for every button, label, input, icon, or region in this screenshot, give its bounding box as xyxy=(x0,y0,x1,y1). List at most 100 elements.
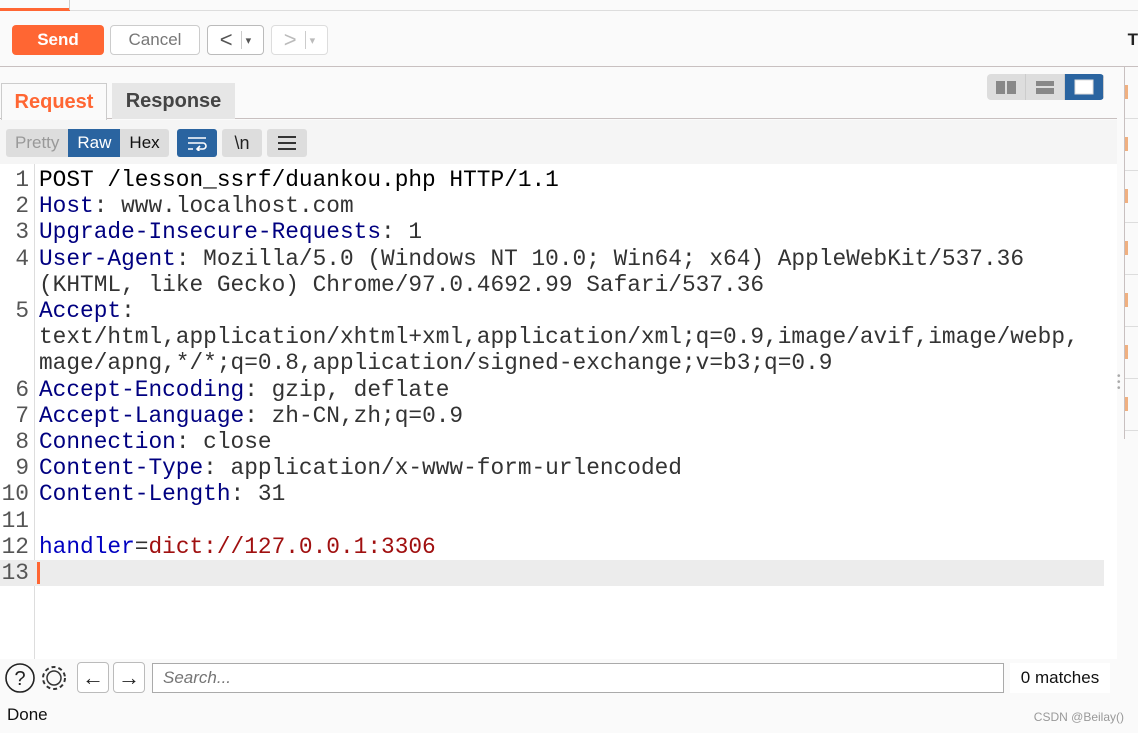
code-token: : xyxy=(121,298,135,324)
code-line[interactable]: 10 Content-Length: 31 xyxy=(0,481,1104,507)
pretty-button[interactable]: Pretty xyxy=(6,129,68,157)
code-text: User-Agent: Mozilla/5.0 (Windows NT 10.0… xyxy=(39,246,1024,272)
back-dropdown-icon[interactable]: ▾ xyxy=(240,31,251,49)
code-token: dict://127.0.0.1:3306 xyxy=(148,533,436,560)
single-view-icon[interactable] xyxy=(1065,74,1104,100)
raw-button[interactable]: Raw xyxy=(68,129,121,157)
code-line[interactable]: 13 xyxy=(0,560,1104,587)
target-label-fragment: T xyxy=(1127,30,1138,49)
code-token: mage/apng,*/*;q=0.8,application/signed-e… xyxy=(39,350,833,377)
code-token: : gzip, deflate xyxy=(244,376,450,403)
word-wrap-icon xyxy=(188,137,207,151)
split-vertical-icon[interactable] xyxy=(1026,74,1065,100)
forward-icon: > xyxy=(283,27,297,52)
line-number: 7 xyxy=(15,402,29,429)
code-line[interactable]: 5 Accept: xyxy=(0,298,1104,324)
code-line[interactable]: 11 xyxy=(0,508,1104,534)
code-text: Accept: xyxy=(39,298,135,324)
code-token: (KHTML, like Gecko) Chrome/97.0.4692.99 … xyxy=(39,271,765,298)
tab-request[interactable]: Request xyxy=(1,83,107,120)
code-text: Upgrade-Insecure-Requests: 1 xyxy=(39,219,422,245)
line-number: 6 xyxy=(15,376,29,403)
code-token: = xyxy=(134,533,149,560)
message-tabs: Request Response xyxy=(0,83,1117,120)
hamburger-icon xyxy=(278,136,296,150)
code-token: handler xyxy=(39,533,135,560)
code-token: : 1 xyxy=(381,219,423,246)
watermark: CSDN @Beilay() xyxy=(1033,710,1124,724)
search-bar: ? ← → 0 matches xyxy=(0,659,1117,699)
line-number: 9 xyxy=(15,455,29,482)
line-number: 11 xyxy=(1,507,29,534)
tab-separator xyxy=(69,0,70,10)
code-text: Accept-Encoding: gzip, deflate xyxy=(39,377,449,403)
code-token: Accept xyxy=(39,298,122,324)
previous-match-button[interactable]: ← xyxy=(77,662,109,693)
code-text: POST /lesson_ssrf/duankou.php HTTP/1.1 xyxy=(39,167,559,193)
code-token: : application/x-www-form-urlencoded xyxy=(203,455,682,482)
code-line[interactable]: 2 Host: www.localhost.com xyxy=(0,193,1104,219)
code-token: Accept-Language xyxy=(39,402,245,429)
code-line[interactable]: 1 POST /lesson_ssrf/duankou.php HTTP/1.1 xyxy=(0,167,1104,193)
back-button[interactable]: < ▾ xyxy=(207,25,264,55)
code-line[interactable]: 3 Upgrade-Insecure-Requests: 1 xyxy=(0,219,1104,245)
code-token: User-Agent xyxy=(39,245,176,272)
format-selector: Pretty Raw Hex xyxy=(6,129,169,157)
code-line[interactable]: text/html,application/xhtml+xml,applicat… xyxy=(0,324,1104,350)
line-number: 4 xyxy=(15,245,29,272)
settings-gear-icon[interactable] xyxy=(38,662,70,694)
code-token: : 31 xyxy=(230,481,286,508)
menu-button[interactable] xyxy=(267,129,307,157)
line-number: 12 xyxy=(1,533,29,560)
top-tab-strip xyxy=(0,0,1138,11)
code-line[interactable]: 9 Content-Type: application/x-www-form-ur… xyxy=(0,455,1104,481)
text-caret xyxy=(37,562,40,584)
code-text: handler=dict://127.0.0.1:3306 xyxy=(39,534,436,560)
code-token: : zh-CN,zh;q=0.9 xyxy=(244,402,464,429)
request-editor[interactable]: 1 POST /lesson_ssrf/duankou.php HTTP/1.1 2… xyxy=(0,164,1117,659)
code-text: Content-Type: application/x-www-form-url… xyxy=(39,455,682,481)
show-newlines-button[interactable]: \n xyxy=(222,129,262,157)
arrow-right-icon: → xyxy=(118,664,140,690)
code-token: Accept-Encoding xyxy=(39,376,245,403)
code-token: : close xyxy=(175,429,272,455)
code-token: Content-Type xyxy=(39,455,204,482)
split-horizontal-icon[interactable] xyxy=(987,74,1026,100)
line-number: 8 xyxy=(15,429,29,455)
line-number: 1 xyxy=(15,167,29,193)
line-number: 13 xyxy=(1,560,29,586)
code-line[interactable]: 7 Accept-Language: zh-CN,zh;q=0.9 xyxy=(0,403,1104,429)
layout-selector xyxy=(987,74,1104,100)
tab-response[interactable]: Response xyxy=(112,83,235,119)
code-text: text/html,application/xhtml+xml,applicat… xyxy=(39,324,1079,350)
code-token: Upgrade-Insecure-Requests xyxy=(39,219,382,246)
hex-button[interactable]: Hex xyxy=(120,129,168,157)
forward-dropdown-icon[interactable]: ▾ xyxy=(304,31,315,49)
help-icon[interactable]: ? xyxy=(4,662,36,694)
code-line[interactable]: 12 handler=dict://127.0.0.1:3306 xyxy=(0,534,1104,560)
code-token: text/html,application/xhtml+xml,applicat… xyxy=(39,324,1079,351)
code-token: POST /lesson_ssrf/duankou.php HTTP/1.1 xyxy=(39,167,559,193)
search-input[interactable] xyxy=(152,663,1004,693)
send-button[interactable]: Send xyxy=(12,25,104,55)
svg-text:?: ? xyxy=(14,668,25,690)
code-text: mage/apng,*/*;q=0.8,application/signed-e… xyxy=(39,350,832,376)
code-line[interactable]: 8 Connection: close xyxy=(0,429,1104,455)
code-text: Host: www.localhost.com xyxy=(39,193,354,219)
line-number: 5 xyxy=(15,298,29,324)
forward-button[interactable]: > ▾ xyxy=(271,25,328,55)
code-token: Content-Length xyxy=(39,481,231,508)
code-text: Connection: close xyxy=(39,429,272,455)
line-number: 10 xyxy=(1,481,29,508)
next-match-button[interactable]: → xyxy=(113,662,145,693)
cancel-button[interactable]: Cancel xyxy=(110,25,200,55)
back-icon: < xyxy=(219,27,233,52)
code-token: : www.localhost.com xyxy=(93,193,354,220)
inspector-collapsed-panel[interactable] xyxy=(1124,67,1138,439)
code-line[interactable]: mage/apng,*/*;q=0.8,application/signed-e… xyxy=(0,350,1104,376)
code-line[interactable]: (KHTML, like Gecko) Chrome/97.0.4692.99 … xyxy=(0,272,1104,298)
code-line[interactable]: 4 User-Agent: Mozilla/5.0 (Windows NT 10.… xyxy=(0,246,1104,272)
word-wrap-button[interactable] xyxy=(177,129,217,157)
resize-handle[interactable]: • • • xyxy=(1117,372,1123,394)
code-line[interactable]: 6 Accept-Encoding: gzip, deflate xyxy=(0,377,1104,403)
